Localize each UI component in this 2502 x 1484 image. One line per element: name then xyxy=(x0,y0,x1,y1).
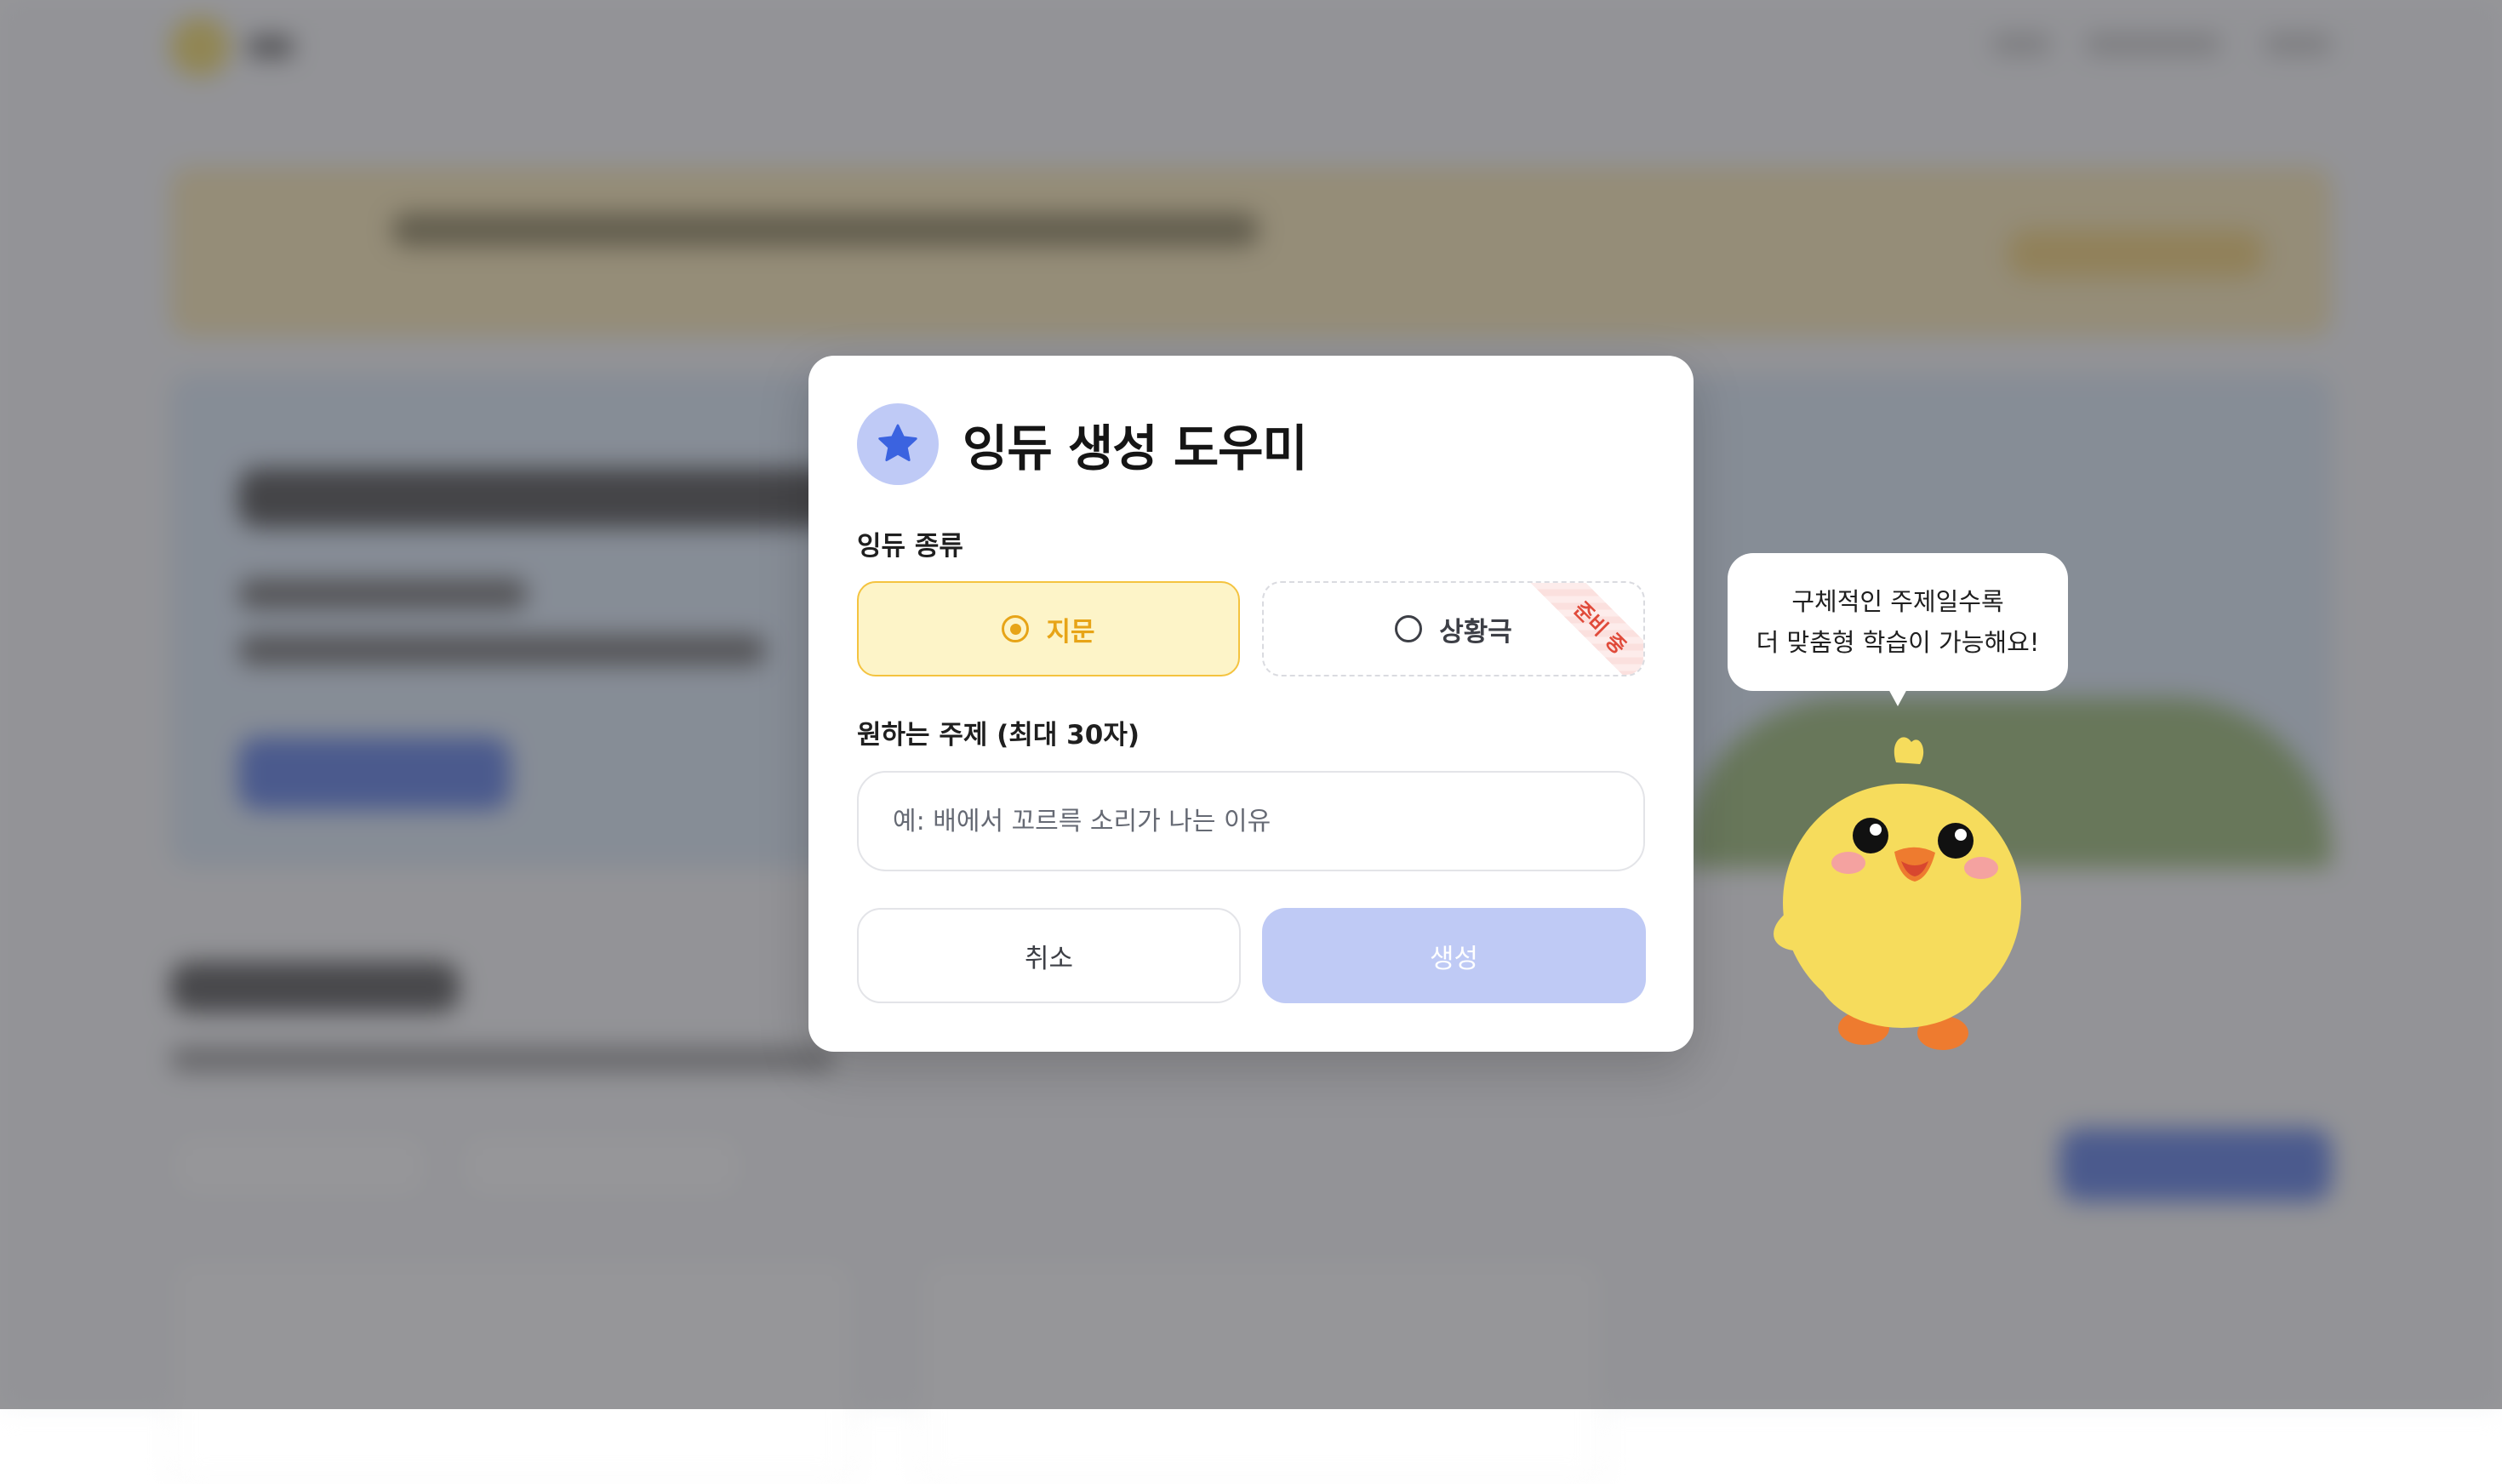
create-button[interactable]: 생성 xyxy=(1262,908,1646,1003)
topic-label: 원하는 주제 (최대 30자) xyxy=(857,713,1140,751)
coming-soon-ribbon: 준비 중 xyxy=(1531,581,1645,676)
star-icon xyxy=(875,421,921,467)
star-badge xyxy=(857,403,939,485)
type-option-passage[interactable]: 지문 xyxy=(857,581,1240,676)
speech-line-1: 구체적인 주제일수록 xyxy=(1791,581,2003,622)
type-option-label: 상황극 xyxy=(1439,610,1512,648)
cancel-button[interactable]: 취소 xyxy=(857,908,1241,1003)
type-label: 잉듀 종류 xyxy=(857,524,963,562)
generation-helper-modal: 잉듀 생성 도우미 잉듀 종류 지문 상황극 준비 중 원하는 주제 (최대 3… xyxy=(808,356,1694,1052)
radio-selected-icon xyxy=(1002,615,1029,642)
modal-header: 잉듀 생성 도우미 xyxy=(857,403,1307,485)
type-option-roleplay[interactable]: 상황극 준비 중 xyxy=(1262,581,1645,676)
modal-title: 잉듀 생성 도우미 xyxy=(963,408,1307,480)
radio-unselected-icon xyxy=(1395,615,1422,642)
topic-input[interactable] xyxy=(857,771,1645,871)
type-option-label: 지문 xyxy=(1046,610,1094,648)
chick-mascot-icon xyxy=(1753,711,2042,1052)
speech-bubble: 구체적인 주제일수록 더 맞춤형 학습이 가능해요! xyxy=(1728,553,2068,691)
speech-bubble-tail xyxy=(1888,688,1908,706)
speech-line-2: 더 맞춤형 학습이 가능해요! xyxy=(1757,622,2040,663)
